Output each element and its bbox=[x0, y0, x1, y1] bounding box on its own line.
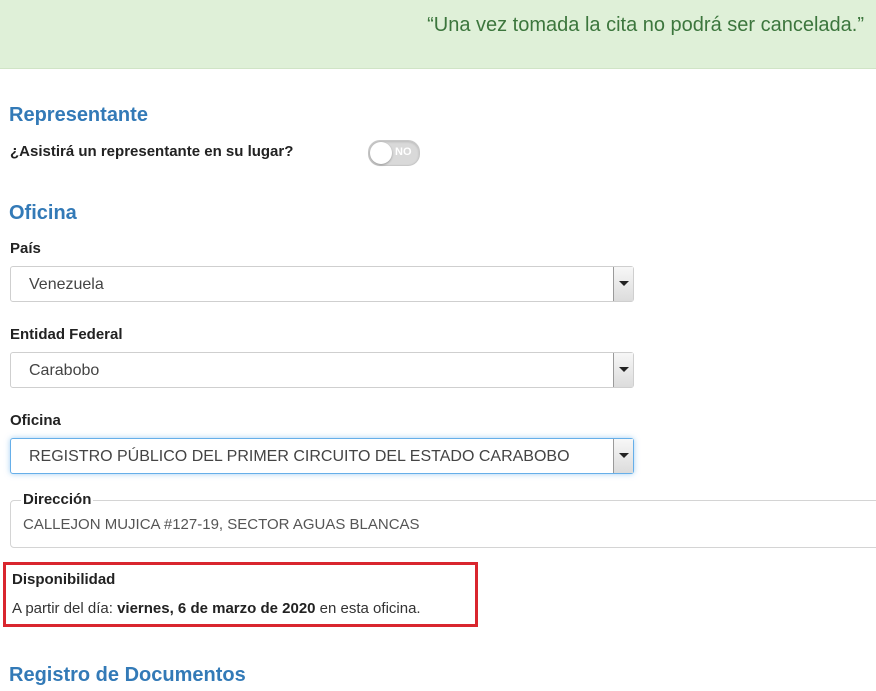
disponibilidad-suffix: en esta oficina. bbox=[315, 600, 421, 617]
disponibilidad-box: Disponibilidad A partir del día: viernes… bbox=[3, 562, 478, 627]
disponibilidad-date: viernes, 6 de marzo de 2020 bbox=[117, 600, 316, 617]
chevron-down-icon[interactable] bbox=[613, 353, 633, 387]
pais-select[interactable]: Venezuela bbox=[10, 266, 634, 302]
notice-text: “Una vez tomada la cita no podrá ser can… bbox=[427, 14, 864, 36]
toggle-state-text: NO bbox=[395, 146, 412, 158]
oficina-value: REGISTRO PÚBLICO DEL PRIMER CIRCUITO DEL… bbox=[29, 448, 570, 465]
pais-value: Venezuela bbox=[29, 276, 104, 293]
disponibilidad-prefix: A partir del día: bbox=[12, 600, 118, 617]
entidad-value: Carabobo bbox=[29, 362, 100, 379]
representante-toggle[interactable]: NO bbox=[368, 140, 420, 166]
disponibilidad-title: Disponibilidad bbox=[12, 571, 116, 588]
notice-banner: “Una vez tomada la cita no podrá ser can… bbox=[0, 0, 876, 69]
oficina-section-title: Oficina bbox=[9, 202, 77, 224]
pais-label: País bbox=[10, 240, 41, 257]
entidad-label: Entidad Federal bbox=[10, 326, 123, 343]
representante-question: ¿Asistirá un representante en su lugar? bbox=[10, 143, 294, 160]
toggle-knob bbox=[370, 142, 392, 164]
oficina-select[interactable]: REGISTRO PÚBLICO DEL PRIMER CIRCUITO DEL… bbox=[10, 438, 634, 474]
representante-title: Representante bbox=[9, 104, 148, 126]
direccion-value: CALLEJON MUJICA #127-19, SECTOR AGUAS BL… bbox=[23, 516, 420, 533]
registro-title: Registro de Documentos bbox=[9, 664, 246, 686]
direccion-fieldset: Dirección CALLEJON MUJICA #127-19, SECTO… bbox=[10, 491, 876, 548]
chevron-down-icon[interactable] bbox=[613, 267, 633, 301]
chevron-down-icon[interactable] bbox=[613, 439, 633, 473]
entidad-select[interactable]: Carabobo bbox=[10, 352, 634, 388]
disponibilidad-text: A partir del día: viernes, 6 de marzo de… bbox=[12, 600, 421, 617]
direccion-label: Dirección bbox=[21, 491, 94, 508]
oficina-label: Oficina bbox=[10, 412, 61, 429]
